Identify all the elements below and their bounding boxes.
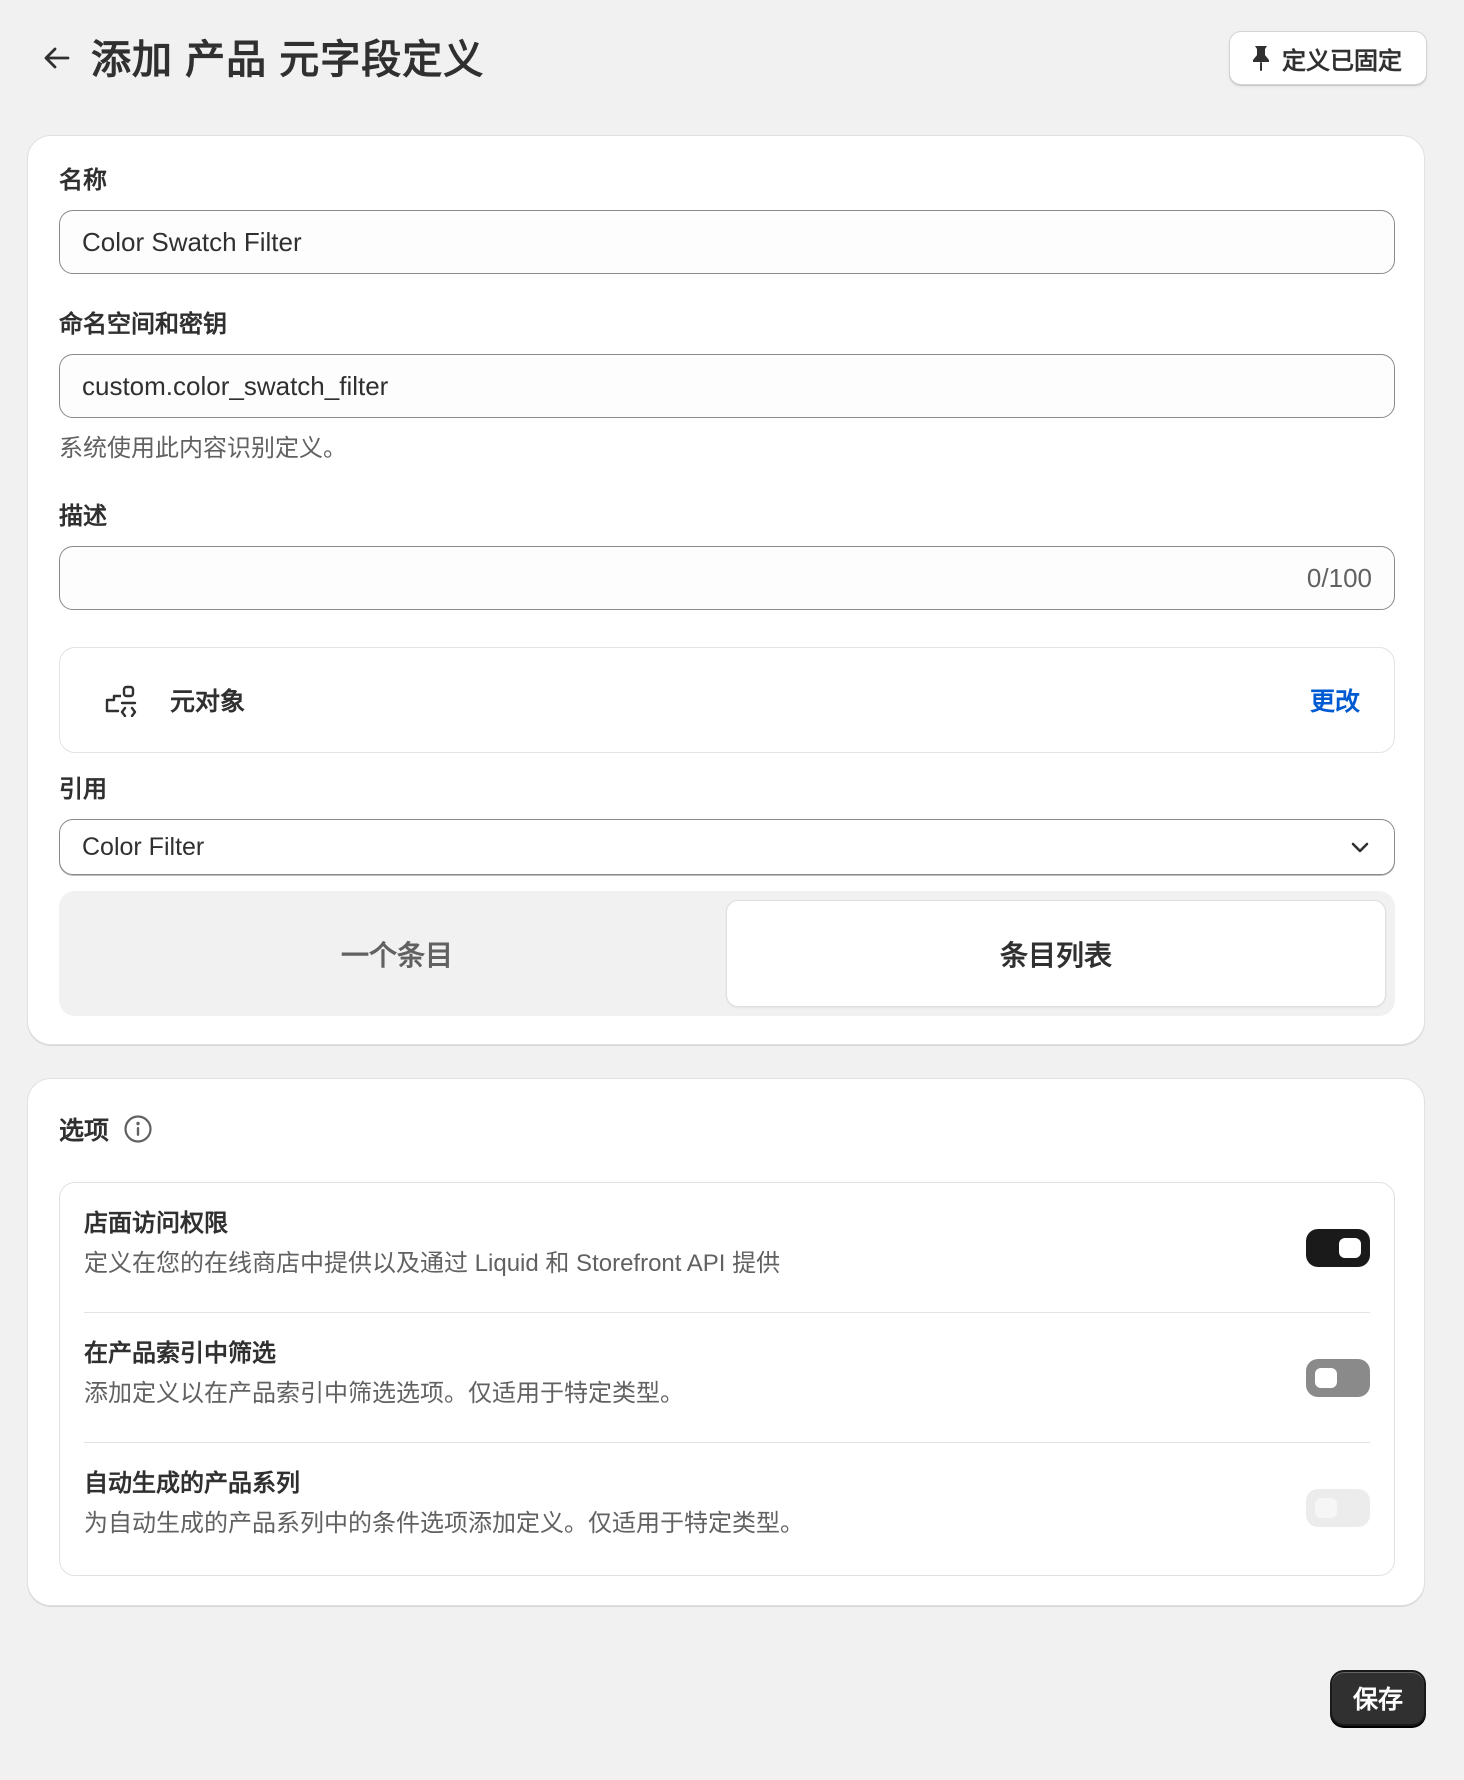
options-list: 店面访问权限 定义在您的在线商店中提供以及通过 Liquid 和 Storefr… (59, 1182, 1395, 1576)
options-title: 选项 (59, 1117, 110, 1145)
description-field[interactable]: 0/100 (59, 546, 1395, 610)
toggle-knob (1315, 1368, 1337, 1388)
back-button[interactable] (37, 38, 77, 78)
pin-icon (1253, 46, 1269, 71)
namespace-key-field[interactable]: custom.color_swatch_filter (59, 354, 1395, 418)
namespace-value: custom.color_swatch_filter (82, 370, 389, 401)
toggle-knob (1339, 1238, 1361, 1258)
page-header: 添加 产品 元字段定义 定义已固定 (27, 30, 1427, 90)
option-description: 为自动生成的产品系列中的条件选项添加定义。仅适用于特定类型。 (84, 1510, 804, 1537)
reference-select[interactable]: Color Filter (59, 819, 1395, 875)
namespace-help-text: 系统使用此内容识别定义。 (59, 435, 347, 462)
save-button[interactable]: 保存 (1330, 1670, 1426, 1726)
name-value: Color Swatch Filter (82, 226, 302, 257)
option-storefront-access: 店面访问权限 定义在您的在线商店中提供以及通过 Liquid 和 Storefr… (84, 1183, 1370, 1313)
segment-list-of-entries[interactable]: 条目列表 (726, 900, 1386, 1007)
definition-pinned-button[interactable]: 定义已固定 (1229, 31, 1427, 85)
namespace-label: 命名空间和密钥 (59, 311, 227, 338)
reference-value: Color Filter (82, 832, 205, 861)
type-label: 元对象 (170, 688, 246, 716)
metaobject-icon (104, 683, 138, 717)
type-selector: 元对象 更改 (59, 647, 1395, 753)
change-type-link[interactable]: 更改 (1310, 682, 1360, 718)
name-label: 名称 (59, 167, 107, 194)
character-counter: 0/100 (1306, 562, 1372, 593)
option-title: 店面访问权限 (84, 1210, 228, 1237)
option-title: 自动生成的产品系列 (84, 1470, 300, 1497)
page-title: 添加 产品 元字段定义 (91, 38, 485, 82)
option-automated-collections: 自动生成的产品系列 为自动生成的产品系列中的条件选项添加定义。仅适用于特定类型。 (84, 1443, 1370, 1573)
options-heading: 选项 (59, 1111, 153, 1147)
option-title: 在产品索引中筛选 (84, 1340, 276, 1367)
option-description: 添加定义以在产品索引中筛选选项。仅适用于特定类型。 (84, 1380, 684, 1407)
chevron-down-icon (1348, 835, 1372, 859)
option-description: 定义在您的在线商店中提供以及通过 Liquid 和 Storefront API… (84, 1250, 781, 1277)
pin-button-label: 定义已固定 (1282, 47, 1402, 75)
definition-card: 名称 Color Swatch Filter 命名空间和密钥 custom.co… (27, 135, 1425, 1045)
product-index-filter-toggle[interactable] (1306, 1359, 1370, 1397)
description-label: 描述 (59, 503, 107, 530)
entry-count-segmented-control: 一个条目 条目列表 (59, 891, 1395, 1016)
reference-label: 引用 (59, 776, 107, 803)
name-field[interactable]: Color Swatch Filter (59, 210, 1395, 274)
info-icon[interactable] (123, 1114, 153, 1144)
options-card: 选项 店面访问权限 定义在您的在线商店中提供以及通过 Liquid 和 Stor… (27, 1078, 1425, 1606)
automated-collections-toggle (1306, 1489, 1370, 1527)
toggle-knob (1315, 1498, 1337, 1518)
option-filter-in-product-index: 在产品索引中筛选 添加定义以在产品索引中筛选选项。仅适用于特定类型。 (84, 1313, 1370, 1443)
storefront-access-toggle[interactable] (1306, 1229, 1370, 1267)
segment-one-entry[interactable]: 一个条目 (68, 900, 726, 1007)
arrow-left-icon (44, 47, 70, 69)
